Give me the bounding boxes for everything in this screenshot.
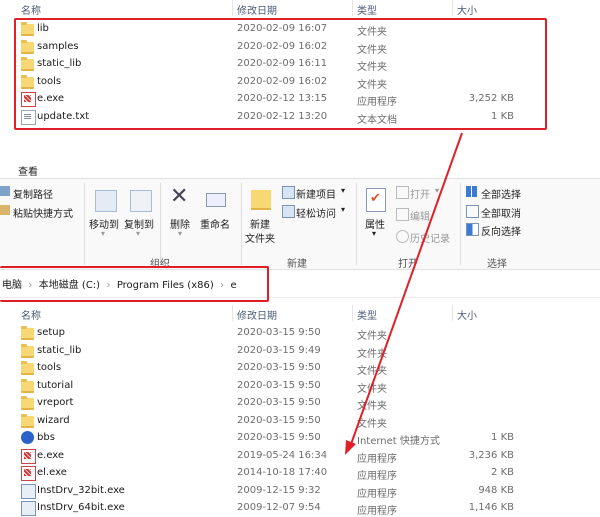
annotation-arrow [345,132,463,455]
arrow-head [345,440,356,455]
arrow-line [349,132,463,448]
